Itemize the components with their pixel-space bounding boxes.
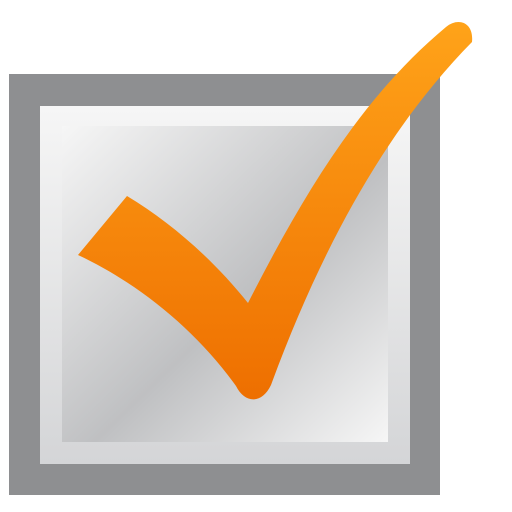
checkbox-illustration <box>0 0 512 512</box>
checked-checkbox-icon <box>9 22 473 495</box>
